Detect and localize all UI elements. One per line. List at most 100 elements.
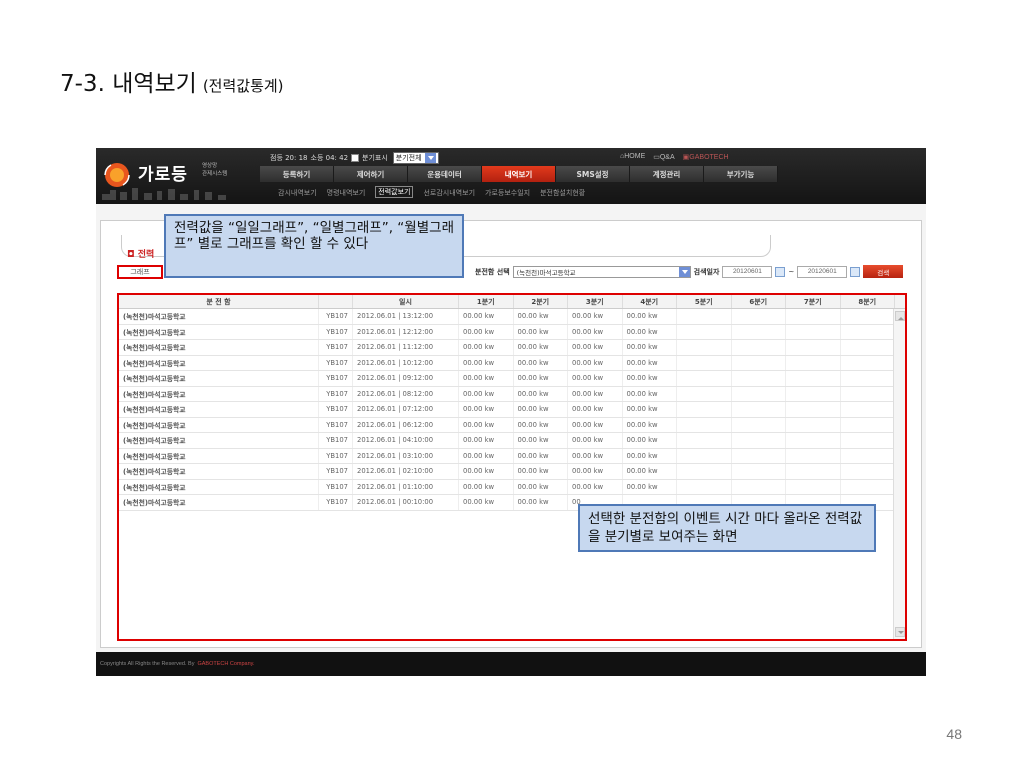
table-cell (732, 402, 786, 417)
gabotech-link[interactable]: ▣GABOTECH (683, 153, 729, 161)
search-button[interactable]: 검색 (863, 265, 904, 278)
table-cell: YB107 (319, 402, 353, 417)
nav-operation-data[interactable]: 운용데이터 (408, 166, 482, 182)
table-cell: YB107 (319, 495, 353, 510)
scroll-up-icon[interactable] (895, 311, 905, 321)
table-row[interactable]: (녹천천)마석고등학교 YB107 2012.06.01 | 01:10:00 00.… (119, 479, 905, 495)
chevron-down-icon[interactable] (678, 266, 690, 277)
table-cell: YB107 (319, 448, 353, 463)
table-cell: 00.00 kw (623, 324, 677, 339)
table-cell: 2012.06.01 | 00:10:00 (353, 495, 459, 510)
table-cell (841, 402, 895, 417)
search-date-label: 검색일자 (693, 267, 720, 276)
subnav-power-values[interactable]: 전력값보기 (375, 186, 414, 198)
table-cell (732, 340, 786, 355)
table-cell: 00.00 kw (568, 386, 623, 401)
quarter-display-checkbox[interactable] (351, 154, 360, 162)
table-cell: 00.00 kw (568, 402, 623, 417)
table-cell: 00.00 kw (623, 448, 677, 463)
table-cell: 00.00 kw (459, 309, 514, 324)
table-cell: 00.00 kw (514, 402, 568, 417)
table-cell: YB107 (319, 371, 353, 386)
table-cell (786, 417, 841, 432)
header-q6: 6분기 (732, 295, 786, 308)
table-cell (786, 433, 841, 448)
table-row[interactable]: (녹천천)마석고등학교 YB107 2012.06.01 | 02:10:00 00.… (119, 464, 905, 480)
nav-sms-settings[interactable]: SMS설정 (556, 166, 630, 182)
table-row[interactable]: (녹천천)마석고등학교 YB107 2012.06.01 | 03:10:00 00.… (119, 448, 905, 464)
footer-brand: GABOTECH Company. (197, 661, 255, 667)
table-cell: 00.00 kw (514, 355, 568, 370)
home-link[interactable]: ⌂HOME (620, 153, 645, 161)
table-cell (677, 309, 732, 324)
table-cell: (녹천천)마석고등학교 (119, 355, 319, 370)
table-cell: 2012.06.01 | 10:12:00 (353, 355, 459, 370)
subnav-repair-log[interactable]: 가로등보수일지 (485, 188, 530, 198)
table-cell: YB107 (319, 433, 353, 448)
table-cell: 00.00 kw (568, 448, 623, 463)
table-cell (732, 433, 786, 448)
table-cell: (녹천천)마석고등학교 (119, 495, 319, 510)
table-cell (841, 433, 895, 448)
table-cell: 2012.06.01 | 06:12:00 (353, 417, 459, 432)
table-row[interactable]: (녹천천)마석고등학교 YB107 2012.06.01 | 11:12:00 00.… (119, 340, 905, 356)
table-row[interactable]: (녹천천)마석고등학교 YB107 2012.06.01 | 08:12:00 00.… (119, 386, 905, 402)
chevron-down-icon[interactable] (424, 153, 436, 163)
logo-sub-line1: 영상망 (202, 163, 218, 169)
table-cell (677, 340, 732, 355)
table-cell (841, 371, 895, 386)
logo[interactable]: 가로등 영상망 관제시스템 (102, 156, 254, 200)
table-cell: 00.00 kw (623, 417, 677, 432)
app-header: 가로등 영상망 관제시스템 점등 20: 18 소등 04: 42 분기표시 분기… (96, 148, 926, 204)
nav-account[interactable]: 계정관리 (630, 166, 704, 182)
table-cell: 00.00 kw (514, 309, 568, 324)
scroll-down-icon[interactable] (895, 627, 905, 637)
table-row[interactable]: (녹천천)마석고등학교 YB107 2012.06.01 | 04:10:00 00.… (119, 433, 905, 449)
subnav-command-history[interactable]: 명령내역보기 (327, 188, 366, 198)
table-cell: 00.00 kw (568, 340, 623, 355)
table-row[interactable]: (녹천천)마석고등학교 YB107 2012.06.01 | 12:12:00 00.… (119, 324, 905, 340)
table-cell: 00.00 kw (568, 324, 623, 339)
panel-select[interactable]: (녹천천)마석고등학교 (512, 265, 691, 278)
table-cell: 00.00 kw (459, 340, 514, 355)
calendar-icon[interactable] (775, 266, 786, 277)
table-header: 분 전 함 일시 1분기 2분기 3분기 4분기 5분기 6분기 7분기 8분기 (119, 295, 905, 309)
header-panel: 분 전 함 (119, 295, 319, 308)
table-cell (732, 386, 786, 401)
quarter-select[interactable]: 분기전체 (392, 152, 439, 164)
table-row[interactable]: (녹천천)마석고등학교 YB107 2012.06.01 | 13:12:00 00.… (119, 309, 905, 325)
qna-link[interactable]: ▭Q&A (653, 153, 674, 161)
table-cell: 00.00 kw (459, 402, 514, 417)
table-cell: 00.00 kw (514, 464, 568, 479)
date-from-input[interactable]: 20120601 (722, 265, 773, 278)
table-row[interactable]: (녹천천)마석고등학교 YB107 2012.06.01 | 10:12:00 00.… (119, 355, 905, 371)
table-row[interactable]: (녹천천)마석고등학교 YB107 2012.06.01 | 07:12:00 00.… (119, 402, 905, 418)
header-q5: 5분기 (677, 295, 732, 308)
table-row[interactable]: (녹천천)마석고등학교 YB107 2012.06.01 | 06:12:00 00.… (119, 417, 905, 433)
table-cell: 00.00 kw (514, 371, 568, 386)
calendar-icon[interactable] (850, 266, 861, 277)
subnav-panel-install[interactable]: 분전함설치현황 (540, 188, 585, 198)
table-cell: YB107 (319, 324, 353, 339)
table-row[interactable]: (녹천천)마석고등학교 YB107 2012.06.01 | 09:12:00 00.… (119, 371, 905, 387)
table-cell: YB107 (319, 340, 353, 355)
date-to-input[interactable]: 20120601 (797, 265, 848, 278)
table-scrollbar[interactable] (893, 309, 905, 639)
table-cell: 00.00 kw (623, 309, 677, 324)
off-time-text: 소등 04: 42 (310, 154, 349, 162)
table-cell: (녹천천)마석고등학교 (119, 371, 319, 386)
subnav-monitor-history[interactable]: 감시내역보기 (278, 188, 317, 198)
table-cell (677, 324, 732, 339)
graph-button[interactable]: 그래프 (117, 265, 163, 279)
table-cell: 00.00 kw (623, 433, 677, 448)
table-cell (786, 324, 841, 339)
table-cell (732, 309, 786, 324)
nav-extra[interactable]: 부가기능 (704, 166, 778, 182)
nav-register[interactable]: 등록하기 (260, 166, 334, 182)
nav-history[interactable]: 내역보기 (482, 166, 556, 182)
nav-control[interactable]: 제어하기 (334, 166, 408, 182)
table-cell: 00.00 kw (459, 371, 514, 386)
subnav-line-monitor[interactable]: 선로감시내역보기 (423, 188, 475, 198)
table-cell: 00.00 kw (459, 479, 514, 494)
table-cell: 2012.06.01 | 04:10:00 (353, 433, 459, 448)
